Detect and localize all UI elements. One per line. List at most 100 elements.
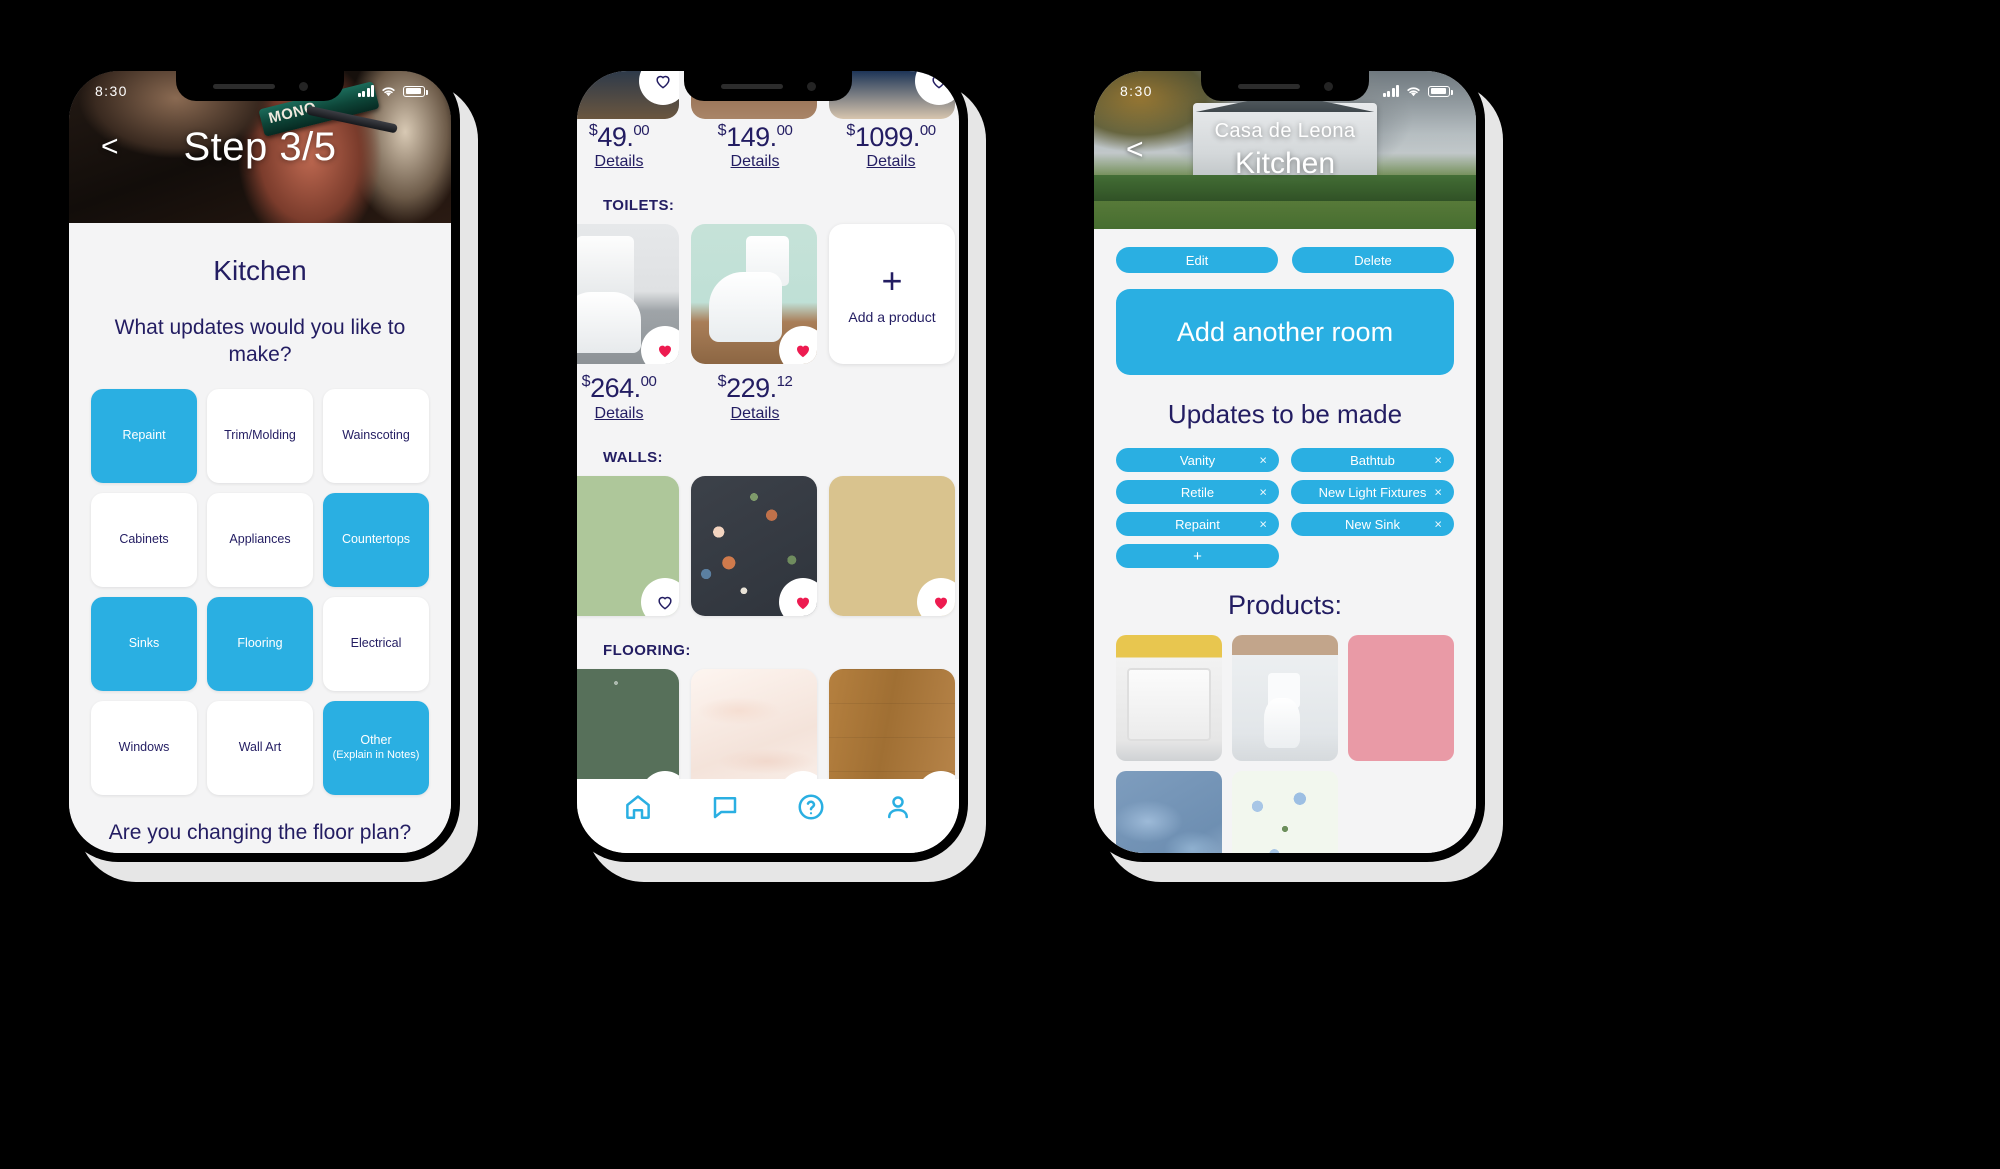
tab-messages[interactable] [710,792,740,827]
option-wainscoting[interactable]: Wainscoting [323,388,429,483]
delete-button[interactable]: Delete [1292,247,1454,273]
product-card-white-vanity[interactable] [1116,635,1222,761]
edit-button[interactable]: Edit [1116,247,1278,273]
phone-body: 8:30 < Step 3/5 [60,62,460,862]
product-price-card[interactable]: $49.00 Details [577,119,681,171]
chip-vanity[interactable]: Vanity × [1116,448,1279,472]
phone-mockup-room-detail: 8:30 < Casa de Leona Kitchen Edit Delete… [1085,62,1503,882]
scroll-content[interactable]: $49.00 Details $149.00 Details $1099.00 … [577,71,959,853]
signal-icon [357,85,374,97]
currency-symbol: $ [581,373,591,391]
heart-outline-icon [658,596,672,610]
add-another-room-button[interactable]: Add another room [1116,289,1454,375]
option-other[interactable]: Other (Explain in Notes) [323,700,429,795]
swatch-tile[interactable] [829,475,955,616]
option-label: Countertops [341,531,411,546]
heart-filled-icon [935,597,947,609]
option-windows[interactable]: Windows [91,700,197,795]
product-price-card[interactable]: $264.00 Details [577,370,681,422]
product-price: $49.00 [588,122,650,152]
currency-symbol: $ [717,373,727,391]
add-update-chip[interactable]: + [1116,544,1279,568]
chip-repaint[interactable]: Repaint × [1116,512,1279,536]
chip-label: Vanity [1179,452,1216,468]
product-price-card[interactable]: $229.12 Details [693,370,817,422]
back-button[interactable]: < [101,132,119,162]
option-label: Sinks [128,635,160,650]
products-section-title: Products: [1227,590,1343,620]
product-tile[interactable] [691,224,817,365]
option-sinks[interactable]: Sinks [91,596,197,691]
option-label: Flooring [237,635,283,650]
option-other-text: Other (Explain in Notes) [333,733,420,762]
tab-profile[interactable] [883,792,913,827]
chip-bathtub[interactable]: Bathtub × [1291,448,1454,472]
product-price: $149.00 [717,122,793,152]
price-spacer [829,370,953,422]
details-link[interactable]: Details [829,151,953,171]
option-countertops[interactable]: Countertops [323,492,429,587]
price-cents: 00 [633,122,650,139]
price-cents: 00 [640,373,657,391]
product-price-card[interactable]: $149.00 Details [693,119,817,171]
product-card-toilet[interactable] [1232,635,1338,761]
chip-new-light-fixtures[interactable]: New Light Fixtures × [1291,480,1454,504]
details-link[interactable]: Details [693,403,817,423]
heart-outline-icon [932,75,946,89]
product-card-blue-marble[interactable] [1116,771,1222,853]
swatch-tile[interactable] [577,475,679,616]
chat-icon [713,796,736,818]
chip-retile[interactable]: Retile × [1116,480,1279,504]
swatch-tile[interactable] [691,475,817,616]
help-icon [798,794,824,819]
details-link[interactable]: Details [577,403,681,423]
remove-icon[interactable]: × [1434,453,1442,468]
product-image [1116,771,1222,853]
chip-label: Repaint [1175,516,1220,532]
updates-chip-list: Vanity × Bathtub × Retile × New Light Fi… [1116,430,1454,568]
remove-icon[interactable]: × [1434,485,1442,500]
tab-home[interactable] [623,792,653,827]
option-label: Cabinets [119,531,169,546]
option-wall-art[interactable]: Wall Art [207,700,313,795]
remove-icon[interactable]: × [1259,485,1267,500]
option-appliances[interactable]: Appliances [207,492,313,587]
back-button[interactable]: < [1126,135,1144,165]
remove-icon[interactable]: × [1259,453,1267,468]
home-icon [626,794,651,819]
option-repaint[interactable]: Repaint [91,388,197,483]
edit-delete-row: Edit Delete [1116,229,1454,273]
toilet-tile-row: + Add a product [577,224,959,365]
option-cabinets[interactable]: Cabinets [91,492,197,587]
phone-body: 8:30 < Casa de Leona Kitchen Edit Delete… [1085,62,1485,862]
remove-icon[interactable]: × [1434,517,1442,532]
products-grid [1116,621,1454,853]
add-product-button[interactable]: + Add a product [829,224,955,365]
front-camera [298,81,308,91]
product-price: $229.12 [717,373,793,404]
option-label: Wainscoting [342,427,410,442]
product-tile[interactable] [577,224,679,365]
product-thumb[interactable] [577,71,679,119]
room-detail-body: Edit Delete Add another room Updates to … [1094,229,1476,853]
heart-outline-icon [656,75,670,89]
signal-icon [1382,85,1399,97]
option-trim-molding[interactable]: Trim/Molding [207,388,313,483]
product-card-pink-paint[interactable] [1348,635,1454,761]
updates-section-title: Updates to be made [1167,399,1403,429]
walls-tile-row [577,475,959,616]
option-electrical[interactable]: Electrical [323,596,429,691]
option-flooring[interactable]: Flooring [207,596,313,691]
remove-icon[interactable]: × [1259,517,1267,532]
status-indicators [357,85,428,98]
tab-help[interactable] [796,792,826,827]
details-link[interactable]: Details [693,151,817,171]
product-card-hydrangea-wallpaper[interactable] [1232,771,1338,853]
product-image [1232,771,1338,853]
wifi-icon [1407,86,1420,96]
chip-new-sink[interactable]: New Sink × [1291,512,1454,536]
price-dollars: 1099 [854,122,914,152]
product-price-card[interactable]: $1099.00 Details [829,119,953,171]
details-link[interactable]: Details [577,151,681,171]
bottom-tab-bar [577,779,959,853]
